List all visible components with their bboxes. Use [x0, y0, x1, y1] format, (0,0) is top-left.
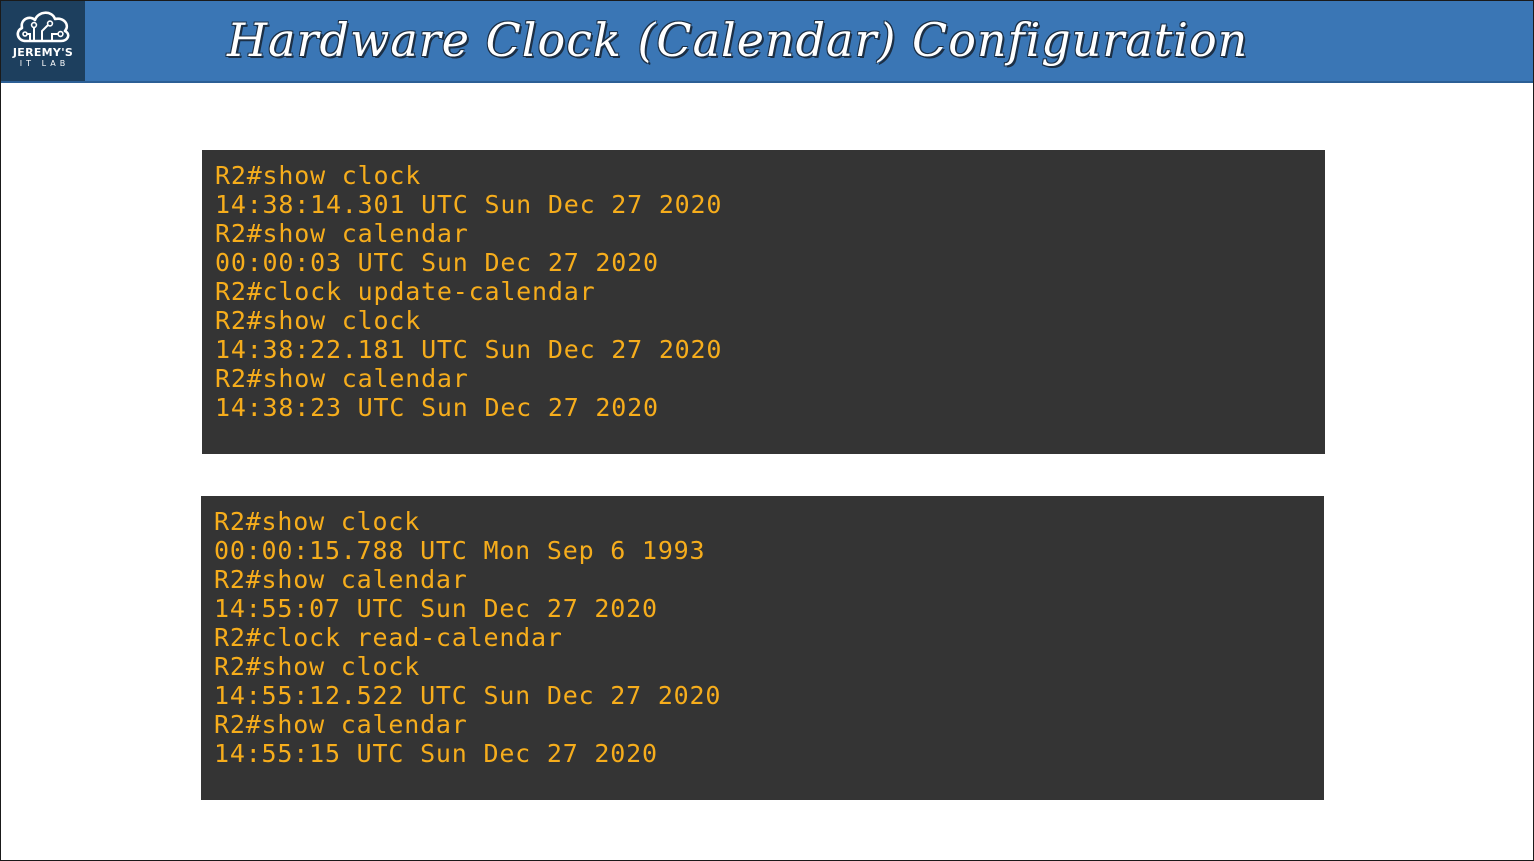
logo-name: JEREMY'S [12, 46, 74, 59]
terminal-line-command: R2#show clock [215, 306, 422, 335]
terminal-line-command: R2#show clock [214, 507, 421, 536]
terminal-line-output: 14:38:23 UTC Sun Dec 27 2020 [215, 393, 659, 422]
cloud-circuit-icon [16, 11, 70, 43]
terminal-line-command: R2#show calendar [215, 219, 469, 248]
terminal-line-command: R2#clock update-calendar [215, 277, 596, 306]
terminal-line-output: 14:38:14.301 UTC Sun Dec 27 2020 [215, 190, 723, 219]
terminal-line-command: R2#show calendar [214, 565, 468, 594]
terminal-output-read-calendar: R2#show clock 00:00:15.788 UTC Mon Sep 6… [201, 496, 1324, 800]
terminal-line-command: R2#show calendar [214, 710, 468, 739]
terminal-line-output: 14:55:12.522 UTC Sun Dec 27 2020 [214, 681, 722, 710]
terminal-line-command: R2#show clock [214, 652, 421, 681]
terminal-line-output: 14:38:22.181 UTC Sun Dec 27 2020 [215, 335, 723, 364]
terminal-line-command: R2#show calendar [215, 364, 469, 393]
terminal-line-command: R2#show clock [215, 161, 422, 190]
terminal-output-update-calendar: R2#show clock 14:38:14.301 UTC Sun Dec 2… [202, 150, 1325, 454]
header-bar: JEREMY'S IT LAB Hardware Clock (Calendar… [1, 1, 1533, 83]
terminal-line-output: 14:55:07 UTC Sun Dec 27 2020 [214, 594, 658, 623]
slide-title: Hardware Clock (Calendar) Configuration [227, 13, 1249, 67]
terminal-line-output: 14:55:15 UTC Sun Dec 27 2020 [214, 739, 658, 768]
terminal-line-output: 00:00:15.788 UTC Mon Sep 6 1993 [214, 536, 706, 565]
slide: JEREMY'S IT LAB Hardware Clock (Calendar… [0, 0, 1534, 861]
logo-subtitle: IT LAB [19, 59, 70, 68]
jeremys-it-lab-logo: JEREMY'S IT LAB [1, 1, 85, 81]
terminal-line-command: R2#clock read-calendar [214, 623, 563, 652]
terminal-line-output: 00:00:03 UTC Sun Dec 27 2020 [215, 248, 659, 277]
